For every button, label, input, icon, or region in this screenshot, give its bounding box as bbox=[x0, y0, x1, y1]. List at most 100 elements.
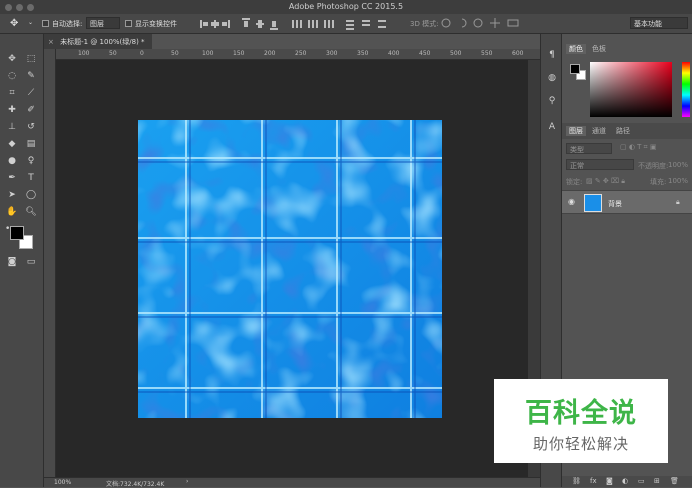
ruler-tick-label: 300 bbox=[326, 50, 338, 57]
ruler-tick-label: 400 bbox=[388, 50, 400, 57]
new-group-icon[interactable]: ▭ bbox=[638, 477, 645, 485]
layer-name[interactable]: 背景 bbox=[608, 199, 622, 209]
auto-select-checkbox[interactable] bbox=[42, 20, 49, 27]
foreground-color-swatch[interactable] bbox=[10, 226, 24, 240]
auto-select-label: 自动选择: bbox=[52, 20, 83, 28]
ellipse-tool-icon[interactable]: ◯ bbox=[24, 188, 38, 202]
visibility-eye-icon[interactable]: ◉ bbox=[568, 197, 575, 206]
tab-color[interactable]: 颜色 bbox=[566, 44, 586, 54]
quick-mask-icon[interactable]: ◙ bbox=[5, 255, 19, 269]
properties-panel-icon[interactable]: ◍ bbox=[545, 71, 559, 85]
eyedropper-tool-icon[interactable]: ⟋ bbox=[24, 86, 38, 100]
pen-tool-icon[interactable]: ✒ bbox=[5, 171, 19, 185]
gradient-tool-icon[interactable]: ▤ bbox=[24, 137, 38, 151]
tool-preset-chevron-icon[interactable]: ⌄ bbox=[28, 19, 33, 26]
ruler-tick-label: 200 bbox=[264, 50, 276, 57]
horizontal-ruler: 100 50 0 50 100 150 200 250 300 350 400 450 500 550 60… bbox=[56, 49, 540, 60]
clone-stamp-tool-icon[interactable]: ⊥ bbox=[5, 120, 19, 134]
new-layer-icon[interactable]: ⊞ bbox=[654, 477, 660, 485]
quick-select-tool-icon[interactable]: ✎ bbox=[24, 69, 38, 83]
workspace-switcher[interactable]: 基本功能 bbox=[630, 17, 688, 29]
kind-filter-label: 类型 bbox=[570, 146, 584, 154]
canvas-image[interactable] bbox=[138, 120, 442, 418]
lock-icons[interactable]: ▨ ✎ ✥ ⌧ 🔒︎ bbox=[586, 177, 625, 186]
3d-mode-icons[interactable] bbox=[440, 17, 532, 30]
fill-label: 填充: bbox=[650, 178, 667, 186]
blend-mode-value: 正常 bbox=[570, 162, 584, 170]
watermark-box: 百科全说 助你轻松解决 bbox=[494, 379, 668, 463]
ruler-tick-label: 100 bbox=[78, 50, 90, 57]
brush-tool-icon[interactable]: ✐ bbox=[24, 103, 38, 117]
move-tool-icon[interactable]: ✥ bbox=[10, 18, 18, 29]
show-transform-label: 显示变换控件 bbox=[135, 20, 177, 28]
ruler-tick-label: 50 bbox=[171, 50, 179, 57]
move-tool-icon[interactable]: ✥ bbox=[5, 52, 19, 66]
marquee-tool-icon[interactable]: ⬚ bbox=[24, 52, 38, 66]
tab-swatches[interactable]: 色板 bbox=[592, 44, 606, 54]
show-transform-checkbox[interactable] bbox=[125, 20, 132, 27]
ruler-tick-label: 150 bbox=[233, 50, 245, 57]
blur-tool-icon[interactable]: ● bbox=[5, 154, 19, 168]
tab-layers[interactable]: 图层 bbox=[566, 126, 586, 136]
hue-slider[interactable] bbox=[682, 62, 690, 117]
ruler-tick-label: 50 bbox=[109, 50, 117, 57]
panel-foreground-swatch[interactable] bbox=[570, 64, 580, 74]
layer-lock-icon: 🔒︎ bbox=[676, 198, 680, 206]
path-select-tool-icon[interactable]: ➤ bbox=[5, 188, 19, 202]
status-bar: 100% 文档:732.4K/732.4K › bbox=[44, 477, 540, 488]
ruler-tick-label: 600 bbox=[512, 50, 524, 57]
document-tab[interactable]: × 未标题-1 @ 100%(绿/8) * bbox=[44, 34, 152, 49]
color-picker-field[interactable] bbox=[590, 62, 672, 117]
hand-tool-icon[interactable]: ✋ bbox=[5, 205, 19, 219]
layer-filter-icons[interactable]: ▢ ◐ T ⌗ ▣ bbox=[620, 143, 656, 152]
ruler-tick-label: 500 bbox=[450, 50, 462, 57]
eraser-tool-icon[interactable]: ◆ bbox=[5, 137, 19, 151]
window-title: Adobe Photoshop CC 2015.5 bbox=[288, 2, 404, 11]
screen-mode-icon[interactable]: ▭ bbox=[24, 255, 38, 269]
lasso-tool-icon[interactable]: ◌ bbox=[5, 69, 19, 83]
adjustment-layer-icon[interactable]: ◐ bbox=[622, 477, 628, 485]
link-layers-icon[interactable]: ⛓ bbox=[572, 477, 581, 485]
opacity-value[interactable]: 100% bbox=[668, 161, 688, 169]
auto-select-dropdown[interactable]: 图层 bbox=[86, 17, 120, 29]
history-brush-tool-icon[interactable]: ↺ bbox=[24, 120, 38, 134]
mode3d-label: 3D 模式: bbox=[410, 20, 439, 28]
vertical-ruler bbox=[44, 49, 56, 477]
lock-label: 锁定: bbox=[566, 178, 583, 186]
align-distribute-icons[interactable] bbox=[200, 18, 400, 30]
ruler-tick-label: 450 bbox=[419, 50, 431, 57]
paragraph-panel-icon[interactable]: ¶ bbox=[545, 48, 559, 62]
layer-kind-filter[interactable]: 类型 bbox=[566, 143, 612, 154]
document-tab-label: 未标题-1 @ 100%(绿/8) * bbox=[60, 38, 145, 46]
fill-value[interactable]: 100% bbox=[668, 177, 688, 185]
tab-paths[interactable]: 路径 bbox=[616, 126, 630, 136]
status-menu-chevron-icon[interactable]: › bbox=[186, 478, 188, 485]
close-tab-icon[interactable]: × bbox=[48, 38, 54, 46]
layer-thumbnail bbox=[584, 194, 602, 212]
layer-row[interactable]: ◉ 背景 🔒︎ bbox=[562, 190, 692, 214]
title-bar: Adobe Photoshop CC 2015.5 bbox=[0, 0, 692, 14]
crop-tool-icon[interactable]: ⌗ bbox=[5, 86, 19, 100]
delete-layer-icon[interactable]: 🗑︎ bbox=[670, 477, 679, 485]
blend-mode-dropdown[interactable]: 正常 bbox=[566, 159, 634, 170]
zoom-level[interactable]: 100% bbox=[54, 479, 71, 486]
auto-select-value: 图层 bbox=[90, 20, 104, 28]
layers-footer: ⛓ fx ◙ ◐ ▭ ⊞ 🗑︎ bbox=[562, 476, 692, 487]
zoom-tool-icon[interactable]: 🔍︎ bbox=[24, 205, 38, 219]
tab-channels[interactable]: 通道 bbox=[592, 126, 606, 136]
opacity-label: 不透明度: bbox=[638, 162, 669, 170]
ruler-tick-label: 0 bbox=[140, 50, 144, 57]
character-panel-icon[interactable]: A bbox=[545, 120, 559, 134]
type-tool-icon[interactable]: T bbox=[24, 171, 38, 185]
brush-preset-panel-icon[interactable]: ⚲ bbox=[545, 94, 559, 108]
watermark-title: 百科全说 bbox=[525, 398, 637, 429]
ruler-tick-label: 550 bbox=[481, 50, 493, 57]
workspace-label: 基本功能 bbox=[634, 20, 662, 28]
healing-brush-tool-icon[interactable]: ✚ bbox=[5, 103, 19, 117]
dodge-tool-icon[interactable]: ♀ bbox=[24, 154, 38, 168]
options-bar: ✥ ⌄ 自动选择: 图层 显示变换控件 3D 模式: 基本功能 bbox=[0, 14, 692, 34]
layer-style-icon[interactable]: fx bbox=[590, 477, 597, 485]
add-mask-icon[interactable]: ◙ bbox=[606, 477, 613, 485]
ruler-tick-label: 250 bbox=[295, 50, 307, 57]
ruler-tick-label: 100 bbox=[202, 50, 214, 57]
